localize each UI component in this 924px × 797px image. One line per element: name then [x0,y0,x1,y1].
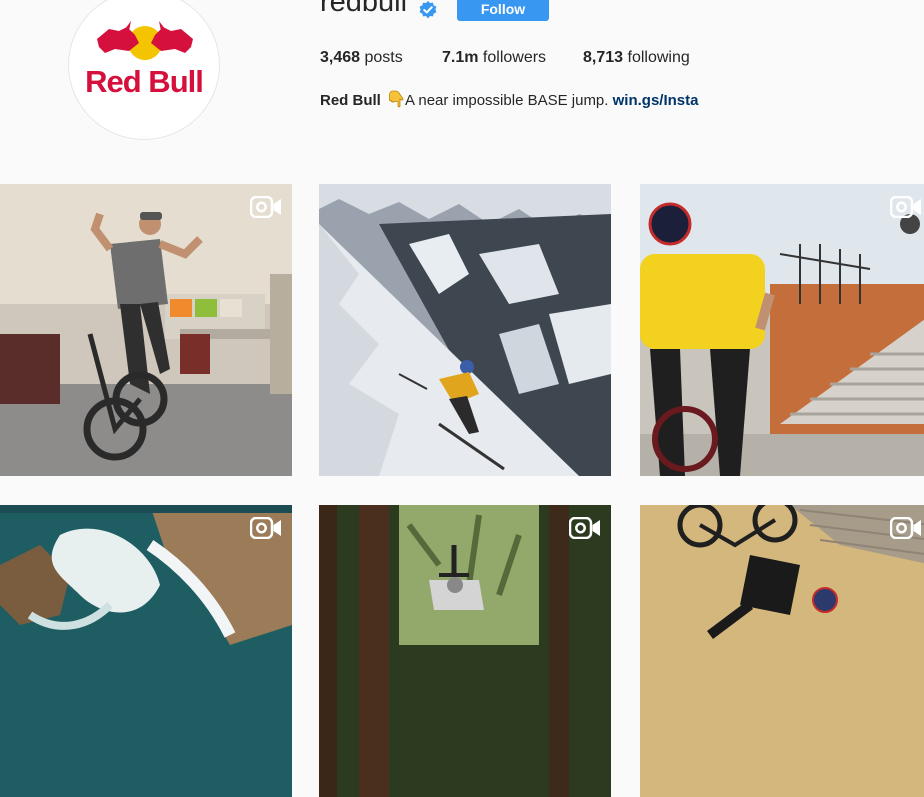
post-image [640,505,924,797]
video-icon [249,516,282,544]
logo-text: Red Bull [85,64,203,99]
post-image [0,184,292,476]
posts-count: 3,468 [320,49,361,66]
bio-text: A near impossible BASE jump. [405,92,609,109]
stat-posts[interactable]: 3,468 posts [320,49,403,67]
post-tile[interactable] [640,505,924,797]
red-bull-logo: Red Bull [85,21,204,99]
post-tile[interactable] [640,184,924,476]
followers-count: 7.1m [442,49,479,66]
posts-label: posts [364,49,403,66]
hand-pointing-down-icon [388,90,404,112]
following-label: following [627,49,690,66]
post-tile[interactable] [319,184,611,476]
post-tile[interactable] [0,184,292,476]
verified-badge-icon [418,0,438,25]
post-image [319,184,611,476]
post-image [319,505,611,797]
followers-label: followers [482,49,547,66]
post-image [0,505,292,797]
video-icon [568,516,601,544]
profile-bio: Red Bull A near impossible BASE jump. wi… [320,90,698,112]
video-icon [889,195,922,223]
stat-followers[interactable]: 7.1m followers [442,49,546,67]
following-count: 8,713 [583,49,624,66]
post-tile[interactable] [319,505,611,797]
post-image [640,184,924,476]
stat-following[interactable]: 8,713 following [583,49,690,67]
bio-link[interactable]: win.gs/Insta [613,92,699,109]
post-tile[interactable] [0,505,292,797]
profile-avatar[interactable]: Red Bull [68,0,220,140]
video-icon [249,195,282,223]
follow-button[interactable]: Follow [457,0,549,21]
bio-name: Red Bull [320,92,381,109]
video-icon [889,516,922,544]
username: redbull [320,0,408,18]
